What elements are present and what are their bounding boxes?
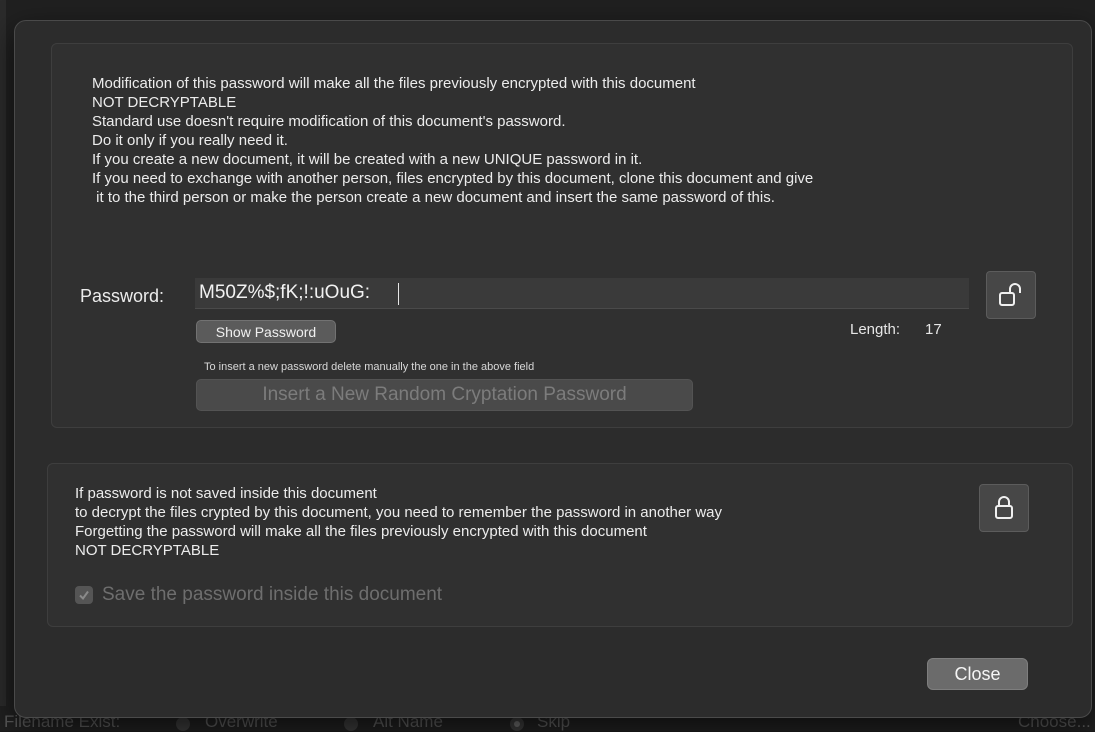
info-line: to decrypt the files crypted by this doc… (75, 504, 723, 521)
checkmark-icon (79, 590, 89, 601)
warning-line: Do it only if you really need it. (92, 132, 288, 149)
length-value: 17 (925, 321, 942, 338)
modification-warning: Modification of this password will make … (92, 74, 1052, 207)
background-left-edge (0, 0, 6, 706)
warning-line: it to the third person or make the perso… (92, 189, 775, 206)
info-line: If password is not saved inside this doc… (75, 485, 377, 502)
close-button[interactable]: Close (927, 658, 1028, 690)
info-line: Forgetting the password will make all th… (75, 523, 647, 540)
warning-line: If you create a new document, it will be… (92, 151, 643, 168)
length-label: Length: (850, 321, 901, 338)
text-caret (398, 283, 399, 305)
info-line: NOT DECRYPTABLE (75, 542, 220, 559)
warning-line: Modification of this password will make … (92, 75, 696, 92)
save-password-label: Save the password inside this document (102, 584, 443, 605)
lock-icon (995, 496, 1013, 519)
warning-line: Standard use doesn't require modificatio… (92, 113, 566, 130)
background-radio-alt-name (344, 717, 358, 731)
insert-random-password-button[interactable]: Insert a New Random Cryptation Password (196, 379, 693, 411)
warning-line: NOT DECRYPTABLE (92, 94, 237, 111)
save-password-group: If password is not saved inside this doc… (47, 463, 1073, 627)
password-sheet: Modification of this password will make … (14, 20, 1092, 718)
save-password-row: Save the password inside this document (75, 584, 442, 606)
save-info: If password is not saved inside this doc… (75, 484, 955, 560)
password-group: Modification of this password will make … (51, 43, 1073, 428)
unlock-icon (999, 283, 1021, 306)
warning-line: If you need to exchange with another per… (92, 170, 814, 187)
background-radio-skip (510, 717, 524, 731)
show-password-button[interactable]: Show Password (196, 320, 336, 343)
save-password-checkbox[interactable] (75, 586, 93, 604)
unlock-button[interactable] (986, 271, 1036, 319)
new-password-hint: To insert a new password delete manually… (204, 361, 535, 373)
background-radio-overwrite (176, 717, 190, 731)
password-input[interactable] (195, 278, 969, 309)
password-label: Password: (80, 286, 165, 306)
lock-button[interactable] (979, 484, 1029, 532)
